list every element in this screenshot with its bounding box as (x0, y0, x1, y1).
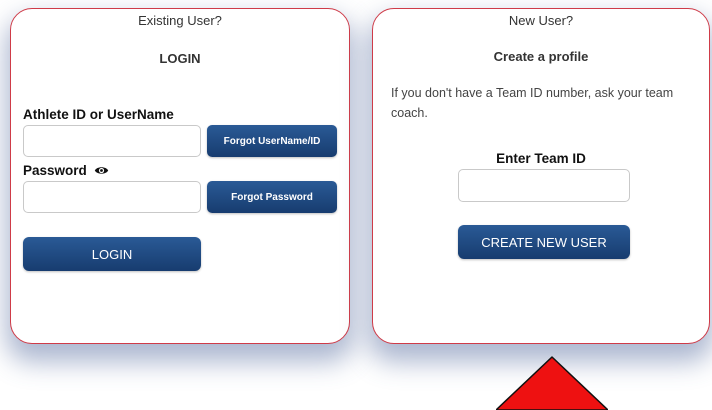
create-profile-heading: Create a profile (493, 49, 589, 64)
existing-user-title: Existing User? (138, 13, 222, 28)
password-label: Password (23, 163, 87, 178)
login-button[interactable]: LOGIN (23, 237, 201, 271)
forgot-password-button[interactable]: Forgot Password (207, 181, 337, 213)
forgot-username-button[interactable]: Forgot UserName/ID (207, 125, 337, 157)
red-triangle-arrow-icon (496, 356, 608, 410)
team-id-label: Enter Team ID (496, 151, 586, 166)
password-input[interactable] (23, 181, 201, 213)
new-user-panel: New User? Create a profile If you don't … (372, 8, 710, 344)
login-heading: LOGIN (159, 51, 201, 66)
new-user-title: New User? (508, 13, 574, 28)
existing-user-panel: Existing User? LOGIN Athlete ID or UserN… (10, 8, 350, 344)
athlete-id-label: Athlete ID or UserName (23, 107, 174, 122)
create-new-user-button[interactable]: CREATE NEW USER (458, 225, 630, 259)
eye-icon[interactable] (94, 164, 109, 175)
athlete-id-input[interactable] (23, 125, 201, 157)
password-label-row: Password (23, 163, 109, 178)
team-id-input[interactable] (458, 169, 630, 202)
team-id-info-text: If you don't have a Team ID number, ask … (391, 86, 674, 120)
